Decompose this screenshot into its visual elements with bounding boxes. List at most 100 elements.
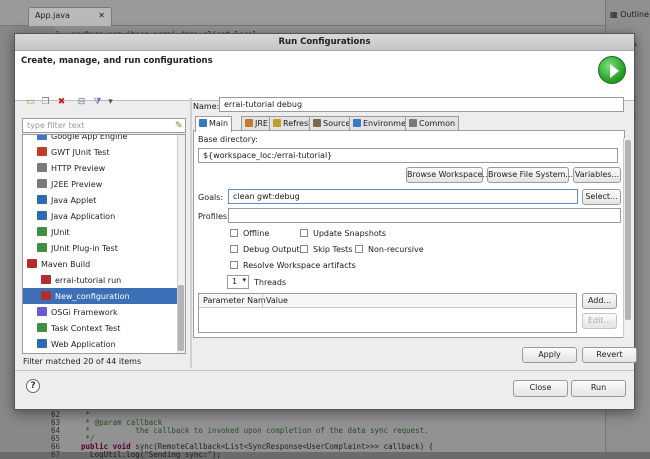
browse-workspace-button[interactable]: Browse Workspace... xyxy=(406,167,490,183)
outline-icon: ▦ xyxy=(610,10,621,19)
tree-item[interactable]: J2EE Preview xyxy=(23,176,178,192)
column-value[interactable]: Value xyxy=(266,296,288,305)
tree-item[interactable]: HTTP Preview xyxy=(23,160,178,176)
help-icon[interactable]: ? xyxy=(26,379,40,393)
resolve-workspace-label: Resolve Workspace artifacts xyxy=(243,261,356,270)
profiles-field[interactable] xyxy=(228,208,621,223)
tree-item[interactable]: JUnit xyxy=(23,224,178,240)
add-parameter-button[interactable]: Add... xyxy=(582,293,617,309)
threads-value: 1 xyxy=(232,277,238,286)
run-button[interactable]: Run xyxy=(571,380,626,397)
tree-item[interactable]: Maven Build xyxy=(23,256,178,272)
offline-checkbox[interactable]: Offline xyxy=(230,229,269,238)
tree-item-label: Java Application xyxy=(51,212,116,221)
checkbox-box xyxy=(300,245,308,253)
refresh-tab-icon xyxy=(273,119,281,127)
non-recursive-label: Non-recursive xyxy=(368,245,424,254)
tree-item[interactable]: OSGi Framework xyxy=(23,304,178,320)
threads-spinner[interactable]: 1 ▾ xyxy=(227,275,249,289)
duplicate-icon[interactable]: ❐ xyxy=(40,97,51,108)
checkbox-box xyxy=(230,229,238,237)
column-parameter-name[interactable]: Parameter Nam xyxy=(203,296,266,305)
tab-jre[interactable]: JRE xyxy=(241,116,272,131)
tree-item-label: Web Application xyxy=(51,340,116,349)
tree-item[interactable]: Task Context Test xyxy=(23,320,178,336)
junit-plugin-icon xyxy=(37,243,47,252)
resolve-workspace-checkbox[interactable]: Resolve Workspace artifacts xyxy=(230,261,356,270)
parameter-table-header: Parameter Nam Value xyxy=(199,294,576,308)
tab-label: Source xyxy=(323,119,351,128)
tree-item-label: Task Context Test xyxy=(51,324,121,333)
j2ee-preview-icon xyxy=(37,179,47,188)
tree-item[interactable]: Web Application xyxy=(23,336,178,352)
name-field[interactable]: errai-tutorial debug xyxy=(219,97,624,112)
java-application-icon xyxy=(37,211,47,220)
task-context-icon xyxy=(37,323,47,332)
outline-tab[interactable]: ▦ Outline xyxy=(610,10,649,19)
filter-icon[interactable]: ⧩ xyxy=(92,97,103,108)
new-configuration-icon[interactable]: ▭ xyxy=(25,97,36,108)
parameter-table[interactable]: Parameter Nam Value xyxy=(198,293,577,333)
tab-label: JRE xyxy=(255,119,268,128)
tree-item[interactable]: Google App Engine xyxy=(23,134,178,144)
apply-button[interactable]: Apply xyxy=(522,347,577,363)
tree-item-label: JUnit xyxy=(51,228,70,237)
filter-status: Filter matched 20 of 44 items xyxy=(23,357,142,366)
editor-tab-app-java[interactable]: App.java ✕ xyxy=(28,7,112,26)
tree-scrollbar[interactable] xyxy=(177,135,185,353)
chevron-down-icon[interactable]: ▾ xyxy=(242,276,246,284)
tree-scrollbar-thumb[interactable] xyxy=(178,285,184,351)
profiles-label: Profiles: xyxy=(198,212,230,221)
filter-input[interactable]: type filter text xyxy=(22,118,186,133)
tree-item[interactable]: GWT JUnit Test xyxy=(23,144,178,160)
code-line: 67 LogUtil.log("Sending sync:"); xyxy=(40,450,221,459)
code-token: LogUtil.log("Sending sync:"); xyxy=(72,450,222,459)
update-snapshots-checkbox[interactable]: Update Snapshots xyxy=(300,229,386,238)
run-icon xyxy=(598,56,626,84)
run-configurations-dialog: Run Configurations Create, manage, and r… xyxy=(14,33,637,410)
revert-button[interactable]: Revert xyxy=(582,347,637,363)
tree-item[interactable]: Java Application xyxy=(23,208,178,224)
main-tab-icon xyxy=(199,119,207,127)
tab-main[interactable]: Main xyxy=(195,116,233,132)
editor-scrollbar[interactable] xyxy=(623,138,631,338)
tree-item-label: New_configuration xyxy=(55,292,130,301)
maven-config-icon xyxy=(41,291,51,300)
editor-scrollbar-thumb[interactable] xyxy=(625,140,631,320)
clear-filter-icon[interactable]: ✎ xyxy=(175,121,186,132)
tab-source[interactable]: Source xyxy=(309,116,355,131)
tree-item-label: Java Applet xyxy=(51,196,97,205)
goals-field[interactable]: clean gwt:debug xyxy=(228,189,578,204)
select-goals-button[interactable]: Select... xyxy=(582,189,621,205)
base-directory-field[interactable]: ${workspace_loc:/errai-tutorial} xyxy=(198,148,618,163)
tab-common[interactable]: Common xyxy=(405,116,460,131)
debug-output-checkbox[interactable]: Debug Output xyxy=(230,245,300,254)
code-token: * the callback to invoked upon completio… xyxy=(72,426,429,435)
pane-sash[interactable] xyxy=(190,98,192,368)
delete-icon[interactable]: ✖ xyxy=(56,97,67,108)
code-line: 64 * the callback to invoked upon comple… xyxy=(40,426,429,435)
browse-file-system-button[interactable]: Browse File System... xyxy=(487,167,573,183)
tree-item[interactable]: errai-tutorial run xyxy=(23,272,178,288)
threads-label: Threads xyxy=(254,278,287,287)
skip-tests-checkbox[interactable]: Skip Tests xyxy=(300,245,352,254)
tree-item[interactable]: Java Applet xyxy=(23,192,178,208)
offline-label: Offline xyxy=(243,229,270,238)
configuration-tree[interactable]: Web Application Task Context Test OSGi Fra… xyxy=(22,134,186,354)
tree-item[interactable]: JUnit Plug-in Test xyxy=(23,240,178,256)
collapse-all-icon[interactable]: ⊟ xyxy=(76,97,87,108)
editor-tab-strip: App.java ✕ xyxy=(0,0,610,26)
non-recursive-checkbox[interactable]: Non-recursive xyxy=(355,245,424,254)
variables-button[interactable]: Variables... xyxy=(573,167,621,183)
tree-item[interactable]: New_configuration xyxy=(23,288,178,304)
tree-item-label: OSGi Framework xyxy=(51,308,118,317)
tree-item-label: Google App Engine xyxy=(51,134,128,141)
edit-parameter-button[interactable]: Edit... xyxy=(582,313,617,329)
common-tab-icon xyxy=(409,119,417,127)
close-button[interactable]: Close xyxy=(513,380,568,397)
checkbox-box xyxy=(230,245,238,253)
chevron-down-icon[interactable]: ▾ xyxy=(105,97,116,108)
close-icon[interactable]: ✕ xyxy=(98,11,105,20)
maven-icon xyxy=(27,259,37,268)
configuration-tree-pane: ▭ ❐ ✖ ⊟ ⧩ ▾ type filter text ✎ Web Appli… xyxy=(19,94,188,369)
